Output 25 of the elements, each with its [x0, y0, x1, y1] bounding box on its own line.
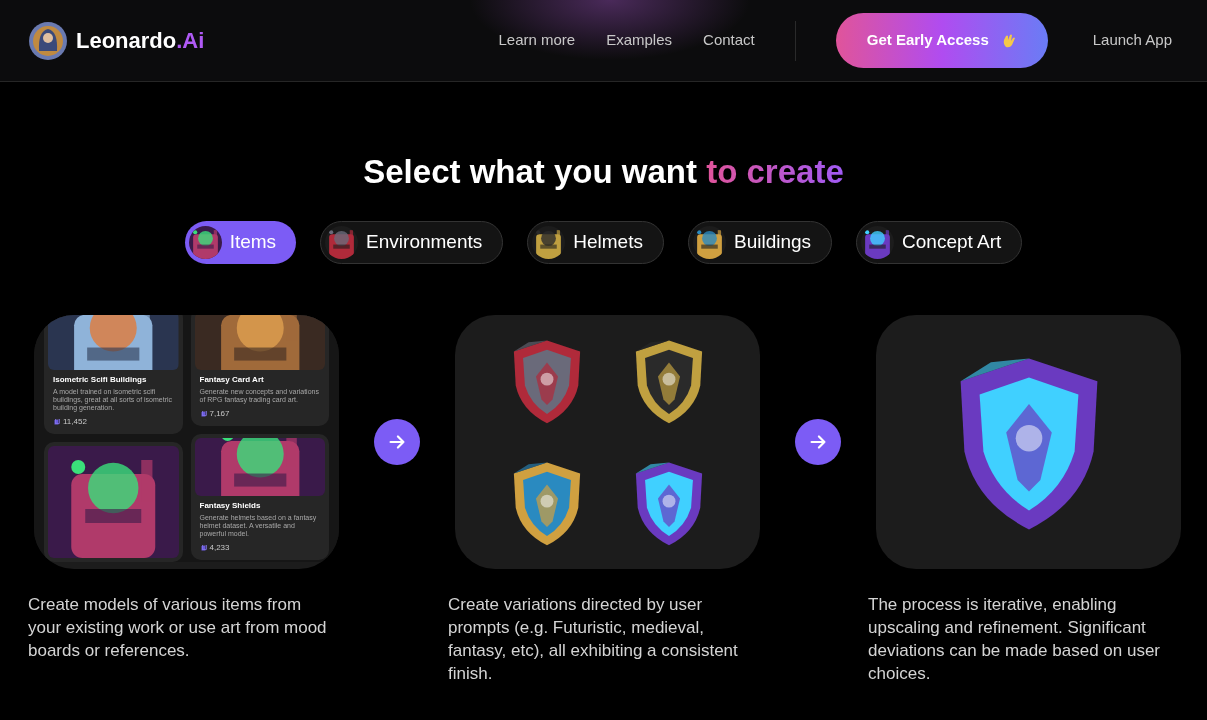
cube-icon	[54, 419, 60, 425]
model-title: Fantasy Card Art	[198, 374, 265, 386]
model-count: 4,233	[209, 542, 230, 554]
category-tab[interactable]: Environments	[320, 221, 504, 264]
model-title: Isometric Scifi Buildings	[52, 374, 148, 386]
cube-icon	[200, 411, 207, 417]
step-caption: Create models of various items from your existing work or use art from mood boards or references.	[28, 594, 328, 662]
nav-link[interactable]: Learn more	[498, 29, 576, 52]
category-tab[interactable]: Items	[184, 221, 297, 264]
category-tab[interactable]: Buildings	[687, 221, 833, 264]
launch-app-link[interactable]: Launch App	[1092, 29, 1172, 52]
step-caption: The process is iterative, enabling upscaling and refinement. Significant deviations can be made based on user choices.	[868, 594, 1162, 685]
model-count: 11,452	[63, 416, 87, 428]
step-caption: Create variations directed by user prompts (e.g. Futuristic, medieval, fantasy, etc), all exhibiting a consistent finish.	[448, 594, 739, 685]
category-tab[interactable]: Helmets	[527, 221, 664, 264]
logo-text: Leonardo.Ai	[76, 27, 205, 55]
cube-icon	[200, 545, 207, 551]
model-count: 7,167	[209, 408, 230, 420]
model-title: Fantasy Shields	[198, 500, 262, 512]
logo-icon	[28, 20, 68, 61]
nav-link[interactable]: Contact	[703, 29, 755, 52]
section-heading: Select what you want to create	[362, 152, 845, 192]
category-tab[interactable]: Concept Art	[856, 221, 1023, 264]
nav-link[interactable]: Examples	[606, 29, 673, 52]
early-access-button[interactable]: Get Early Access	[835, 13, 1048, 68]
